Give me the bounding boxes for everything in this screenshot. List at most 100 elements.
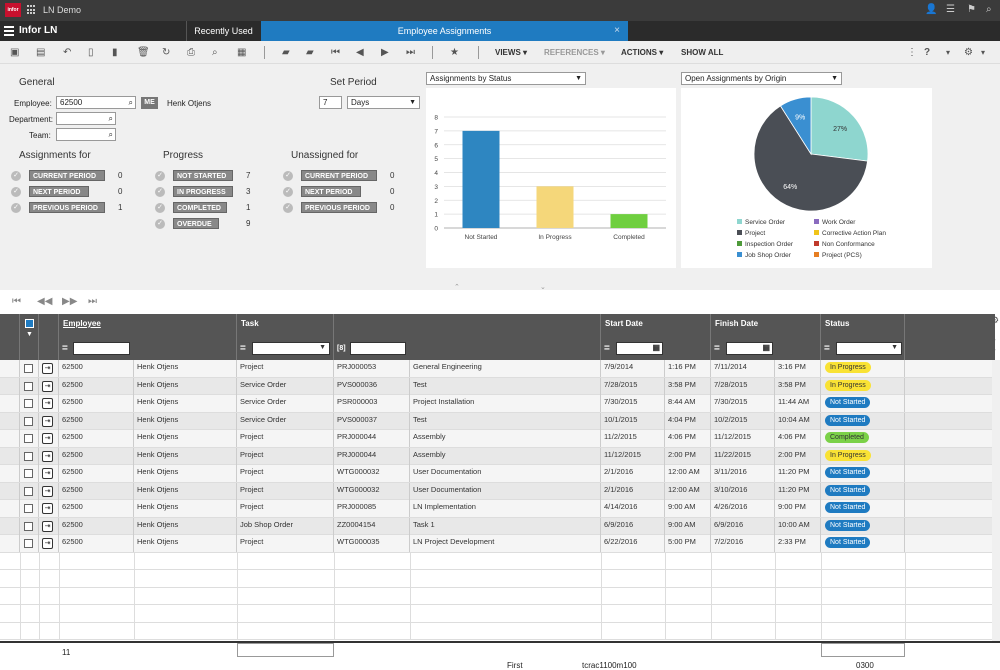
legend-label[interactable]: Job Shop Order [745, 252, 792, 259]
assignments-previous-period-button[interactable]: PREVIOUS PERIOD [29, 202, 105, 213]
task-column-header[interactable]: Task = ▼ [237, 314, 334, 360]
finish-date-column-header[interactable]: Finish Date = ▦ [711, 314, 821, 360]
user-icon[interactable]: 👤 [925, 4, 937, 15]
chart-selector-origin[interactable]: Open Assignments by Origin ▼ [681, 72, 842, 85]
row-checkbox[interactable] [24, 451, 33, 461]
lookup-icon[interactable]: ⌕ [109, 113, 113, 124]
legend-label[interactable]: Project (PCS) [822, 252, 862, 259]
table-row[interactable]: ⇥ 62500 Henk Otjens Project PRJ000044 Assembl… [0, 430, 995, 448]
expand-down-icon[interactable]: ⌄ [540, 283, 546, 291]
row-checkbox[interactable] [24, 399, 33, 408]
unassigned-current-period-button[interactable]: CURRENT PERIOD [301, 170, 377, 181]
save-icon[interactable]: ▤ [36, 46, 45, 59]
unassigned-next-period-button[interactable]: NEXT PERIOD [301, 186, 361, 197]
status-filter-select[interactable]: ▼ [836, 342, 902, 355]
equals-operator-icon[interactable]: = [240, 342, 246, 355]
open-record-icon[interactable]: ⇥ [42, 415, 53, 427]
row-checkbox[interactable] [24, 521, 33, 531]
employee-column-header[interactable]: Employee = [59, 314, 237, 360]
assignments-next-period-button[interactable]: NEXT PERIOD [29, 186, 89, 197]
row-checkbox[interactable] [24, 416, 33, 426]
next-record-icon[interactable]: ▶ [381, 46, 389, 59]
column-filter-icon[interactable]: ▾ [992, 337, 996, 345]
task-code-filter-input[interactable] [350, 342, 406, 355]
previous-page-icon[interactable]: ◀◀ [37, 296, 52, 307]
close-tab-icon[interactable]: × [614, 21, 620, 41]
bar[interactable] [536, 186, 574, 228]
copy-icon[interactable]: ▯ [88, 46, 94, 59]
equals-operator-icon[interactable]: = [714, 342, 720, 355]
open-record-icon[interactable]: ⇥ [42, 380, 53, 392]
show-all-button[interactable]: SHOW ALL [681, 48, 723, 57]
folder-icon[interactable]: ▰ [282, 46, 290, 59]
column-sort-icon[interactable]: ▾ [992, 347, 996, 355]
open-record-icon[interactable]: ⇥ [42, 450, 53, 462]
open-record-icon[interactable]: ⇥ [42, 468, 53, 479]
tab-employee-assignments[interactable]: Employee Assignments × [261, 21, 628, 41]
progress-completed-button[interactable]: COMPLETED [173, 202, 227, 213]
help-icon[interactable]: ? [924, 46, 930, 59]
legend-label[interactable]: Service Order [745, 219, 786, 226]
open-record-icon[interactable]: ⇥ [42, 503, 53, 514]
team-field[interactable]: ⌕ [56, 128, 116, 141]
row-checkbox[interactable] [24, 486, 33, 496]
pages-icon[interactable]: ▰ [306, 46, 314, 59]
settings-gear-icon[interactable]: ⚙ [964, 46, 973, 59]
find-icon[interactable]: ⌕ [212, 46, 218, 59]
calendar-icon[interactable]: ▦ [652, 343, 660, 352]
hamburger-menu-icon[interactable] [4, 26, 14, 38]
table-row[interactable]: ⇥ 62500 Henk Otjens Project WTG000032 User Do… [0, 465, 995, 483]
row-checkbox[interactable] [24, 364, 33, 373]
table-row[interactable]: ⇥ 62500 Henk Otjens Service Order PVS000036 T… [0, 377, 995, 395]
me-button[interactable]: ME [141, 97, 158, 109]
progress-overdue-button[interactable]: OVERDUE [173, 218, 219, 229]
employee-filter-input[interactable] [73, 342, 130, 355]
views-menu[interactable]: VIEWS ▾ [495, 48, 527, 57]
open-record-icon[interactable]: ⇥ [42, 363, 53, 374]
favorite-icon[interactable]: ★ [450, 46, 459, 59]
period-value-field[interactable]: 7 [319, 96, 342, 109]
calculator-icon[interactable]: ▦ [237, 46, 246, 59]
search-icon[interactable]: ⌕ [986, 4, 992, 15]
actions-menu[interactable]: ACTIONS ▾ [621, 48, 663, 57]
collapse-up-icon[interactable]: ⌃ [454, 283, 460, 291]
app-grid-icon[interactable] [27, 5, 37, 15]
status-column-header[interactable]: Status = ▼ [821, 314, 905, 360]
select-all-checkbox[interactable] [25, 319, 34, 328]
column-settings-gear-icon[interactable]: ⚙ [991, 315, 999, 326]
equals-operator-icon[interactable]: = [824, 342, 830, 355]
progress-in-progress-button[interactable]: IN PROGRESS [173, 186, 233, 197]
settings-dropdown-icon[interactable]: ▾ [981, 46, 985, 59]
unassigned-previous-period-button[interactable]: PREVIOUS PERIOD [301, 202, 377, 213]
assignments-current-period-button[interactable]: CURRENT PERIOD [29, 170, 105, 181]
lookup-icon[interactable]: ⌕ [129, 97, 133, 108]
help-dropdown-icon[interactable]: ▾ [946, 46, 950, 59]
open-record-icon[interactable]: ⇥ [42, 433, 53, 444]
table-row[interactable]: ⇥ 62500 Henk Otjens Project WTG000032 User Do… [0, 482, 995, 500]
refresh-icon[interactable]: ↻ [162, 46, 170, 59]
bar[interactable] [462, 130, 500, 228]
row-checkbox[interactable] [24, 504, 33, 513]
legend-label[interactable]: Work Order [822, 219, 856, 226]
next-page-icon[interactable]: ▶▶ [62, 296, 77, 307]
employee-field[interactable]: 62500 ⌕ [56, 96, 136, 109]
row-checkbox[interactable] [24, 539, 33, 548]
select-all-column[interactable]: ▼ [20, 314, 39, 360]
first-page-icon[interactable]: ⏮ [12, 296, 21, 307]
delete-icon[interactable]: 🗑 [137, 46, 150, 59]
print-icon[interactable]: ⎙ [187, 46, 195, 59]
tab-recently-used[interactable]: Recently Used [186, 21, 260, 41]
period-unit-select[interactable]: Days ▼ [347, 96, 420, 109]
more-options-icon[interactable]: ⋮ [907, 46, 917, 59]
task-code-column-header[interactable]: [8] [334, 314, 601, 360]
start-date-filter-input[interactable]: ▦ [616, 342, 663, 355]
new-record-icon[interactable]: ▣ [10, 46, 19, 59]
table-row[interactable]: ⇥ 62500 Henk Otjens Service Order PVS000037 T… [0, 412, 995, 430]
equals-operator-icon[interactable]: = [604, 342, 610, 355]
legend-label[interactable]: Project [745, 230, 765, 237]
vertical-scrollbar[interactable] [992, 360, 1000, 641]
legend-label[interactable]: Non Conformance [822, 241, 875, 248]
equals-operator-icon[interactable]: = [62, 342, 68, 355]
chart-selector-status[interactable]: Assignments by Status ▼ [426, 72, 586, 85]
table-row[interactable]: ⇥ 62500 Henk Otjens Project PRJ000053 General… [0, 360, 995, 378]
